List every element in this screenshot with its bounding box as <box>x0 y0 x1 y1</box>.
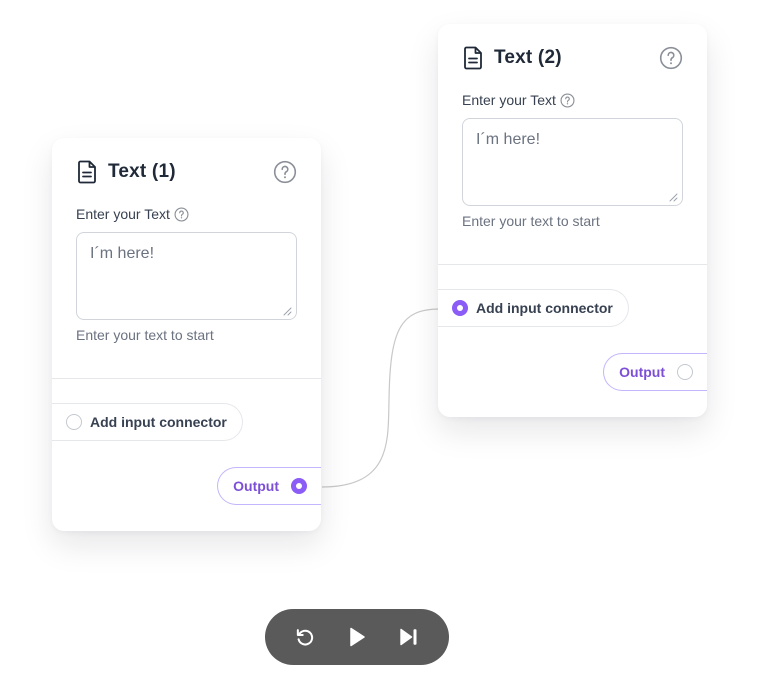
input-connector-radio[interactable] <box>66 414 82 430</box>
divider <box>438 264 707 265</box>
output-connector[interactable]: Output <box>217 467 321 505</box>
output-label: Output <box>619 364 665 380</box>
divider <box>52 378 321 379</box>
add-input-connector-button[interactable]: Add input connector <box>438 289 629 327</box>
field-label-text: Enter your Text <box>462 92 556 108</box>
node-header: Text (1) <box>76 158 297 186</box>
help-icon[interactable] <box>273 160 297 184</box>
field-label-text: Enter your Text <box>76 206 170 222</box>
node-title: Text (2) <box>494 47 562 68</box>
field-label: Enter your Text <box>76 206 189 222</box>
output-radio[interactable] <box>677 364 693 380</box>
field-label: Enter your Text <box>462 92 575 108</box>
document-icon <box>76 159 98 185</box>
node-title: Text (1) <box>108 161 176 182</box>
text-node-2[interactable]: Text (2) Enter your Text I´m here! Enter… <box>438 24 707 417</box>
text-input[interactable]: I´m here! <box>76 232 297 320</box>
input-connector-label: Add input connector <box>90 414 227 430</box>
input-connector-label: Add input connector <box>476 300 613 316</box>
play-icon[interactable] <box>344 624 370 650</box>
connection-path <box>321 308 441 488</box>
add-input-connector-button[interactable]: Add input connector <box>52 403 243 441</box>
workflow-canvas[interactable]: Text (1) Enter your Text I´m here! Enter… <box>0 0 759 689</box>
output-label: Output <box>233 478 279 494</box>
text-input[interactable]: I´m here! <box>462 118 683 206</box>
node-header: Text (2) <box>462 44 683 72</box>
helper-text: Enter your text to start <box>462 213 600 229</box>
output-connector[interactable]: Output <box>603 353 707 391</box>
help-icon[interactable] <box>174 206 189 222</box>
output-radio[interactable] <box>291 478 307 494</box>
document-icon <box>462 45 484 71</box>
playback-toolbar <box>265 609 449 665</box>
skip-forward-icon[interactable] <box>396 624 422 650</box>
reset-icon[interactable] <box>292 624 318 650</box>
input-connector-radio[interactable] <box>452 300 468 316</box>
help-icon[interactable] <box>560 92 575 108</box>
text-node-1[interactable]: Text (1) Enter your Text I´m here! Enter… <box>52 138 321 531</box>
help-icon[interactable] <box>659 46 683 70</box>
helper-text: Enter your text to start <box>76 327 214 343</box>
